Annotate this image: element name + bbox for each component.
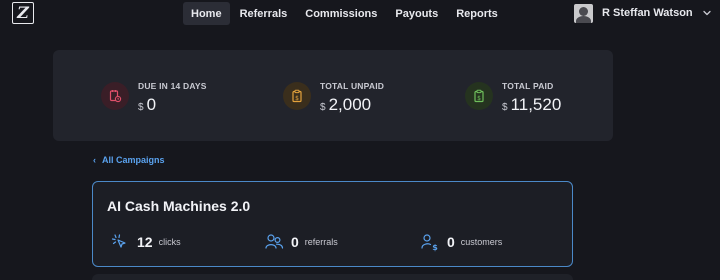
stat-unpaid-value: 2,000: [328, 95, 372, 114]
all-campaigns-label[interactable]: All Campaigns: [102, 155, 165, 165]
customers-count: 0: [447, 234, 455, 250]
main-nav: Home Referrals Commissions Payouts Repor…: [183, 2, 508, 25]
stat-unpaid: $ TOTAL UNPAID $ 2,000: [283, 81, 384, 115]
stat-unpaid-label: TOTAL UNPAID: [320, 81, 385, 91]
nav-reports[interactable]: Reports: [448, 2, 506, 25]
clicks-label: clicks: [158, 237, 181, 247]
svg-text:$: $: [295, 95, 299, 102]
avatar[interactable]: [574, 3, 593, 23]
due-calendar-icon: [101, 82, 129, 110]
clicks-count: 12: [137, 234, 153, 250]
stat-paid-currency: $: [502, 102, 508, 113]
payout-stats-panel: DUE IN 14 DAYS $ 0 $ TOTAL UNPAID $ 2,00…: [53, 50, 613, 141]
stat-paid-value: 11,520: [510, 95, 562, 114]
stat-paid: $ TOTAL PAID $ 11,520: [465, 81, 561, 115]
stat-paid-label: TOTAL PAID: [502, 81, 554, 91]
nav-payouts[interactable]: Payouts: [387, 2, 446, 25]
next-campaign-card[interactable]: [92, 274, 573, 280]
all-campaigns-link[interactable]: ‹ All Campaigns: [93, 155, 165, 165]
top-nav-bar: Z Home Referrals Commissions Payouts Rep…: [0, 0, 720, 28]
chevron-left-icon[interactable]: ‹: [93, 155, 96, 165]
unpaid-clipboard-icon: $: [283, 82, 311, 110]
metric-customers: $ 0 customers: [420, 232, 502, 252]
paid-clipboard-icon: $: [465, 82, 493, 110]
metric-referrals: 0 referrals: [264, 232, 338, 252]
cursor-click-icon: [111, 234, 126, 248]
nav-commissions[interactable]: Commissions: [297, 2, 385, 25]
stat-unpaid-currency: $: [320, 102, 326, 113]
chevron-down-icon[interactable]: [702, 8, 712, 18]
app-logo[interactable]: Z: [12, 2, 34, 24]
referrals-count: 0: [291, 234, 299, 250]
customer-dollar-icon: $: [421, 234, 438, 252]
nav-home[interactable]: Home: [183, 2, 230, 25]
stat-due-value: 0: [146, 95, 157, 114]
users-icon: [265, 234, 284, 249]
user-name[interactable]: R Steffan Watson: [602, 7, 693, 19]
stat-due-label: DUE IN 14 DAYS: [138, 81, 207, 91]
customers-label: customers: [460, 237, 503, 247]
user-menu[interactable]: R Steffan Watson: [574, 3, 712, 23]
stat-due: DUE IN 14 DAYS $ 0: [101, 81, 207, 115]
svg-text:$: $: [477, 95, 481, 102]
stat-due-currency: $: [138, 102, 144, 113]
nav-referrals[interactable]: Referrals: [232, 2, 296, 25]
referrals-label: referrals: [304, 237, 338, 247]
svg-text:$: $: [432, 243, 438, 252]
metric-clicks: 12 clicks: [110, 232, 181, 252]
campaign-card[interactable]: AI Cash Machines 2.0 12 clicks 0 referra…: [92, 181, 573, 267]
campaign-title[interactable]: AI Cash Machines 2.0: [107, 198, 250, 214]
